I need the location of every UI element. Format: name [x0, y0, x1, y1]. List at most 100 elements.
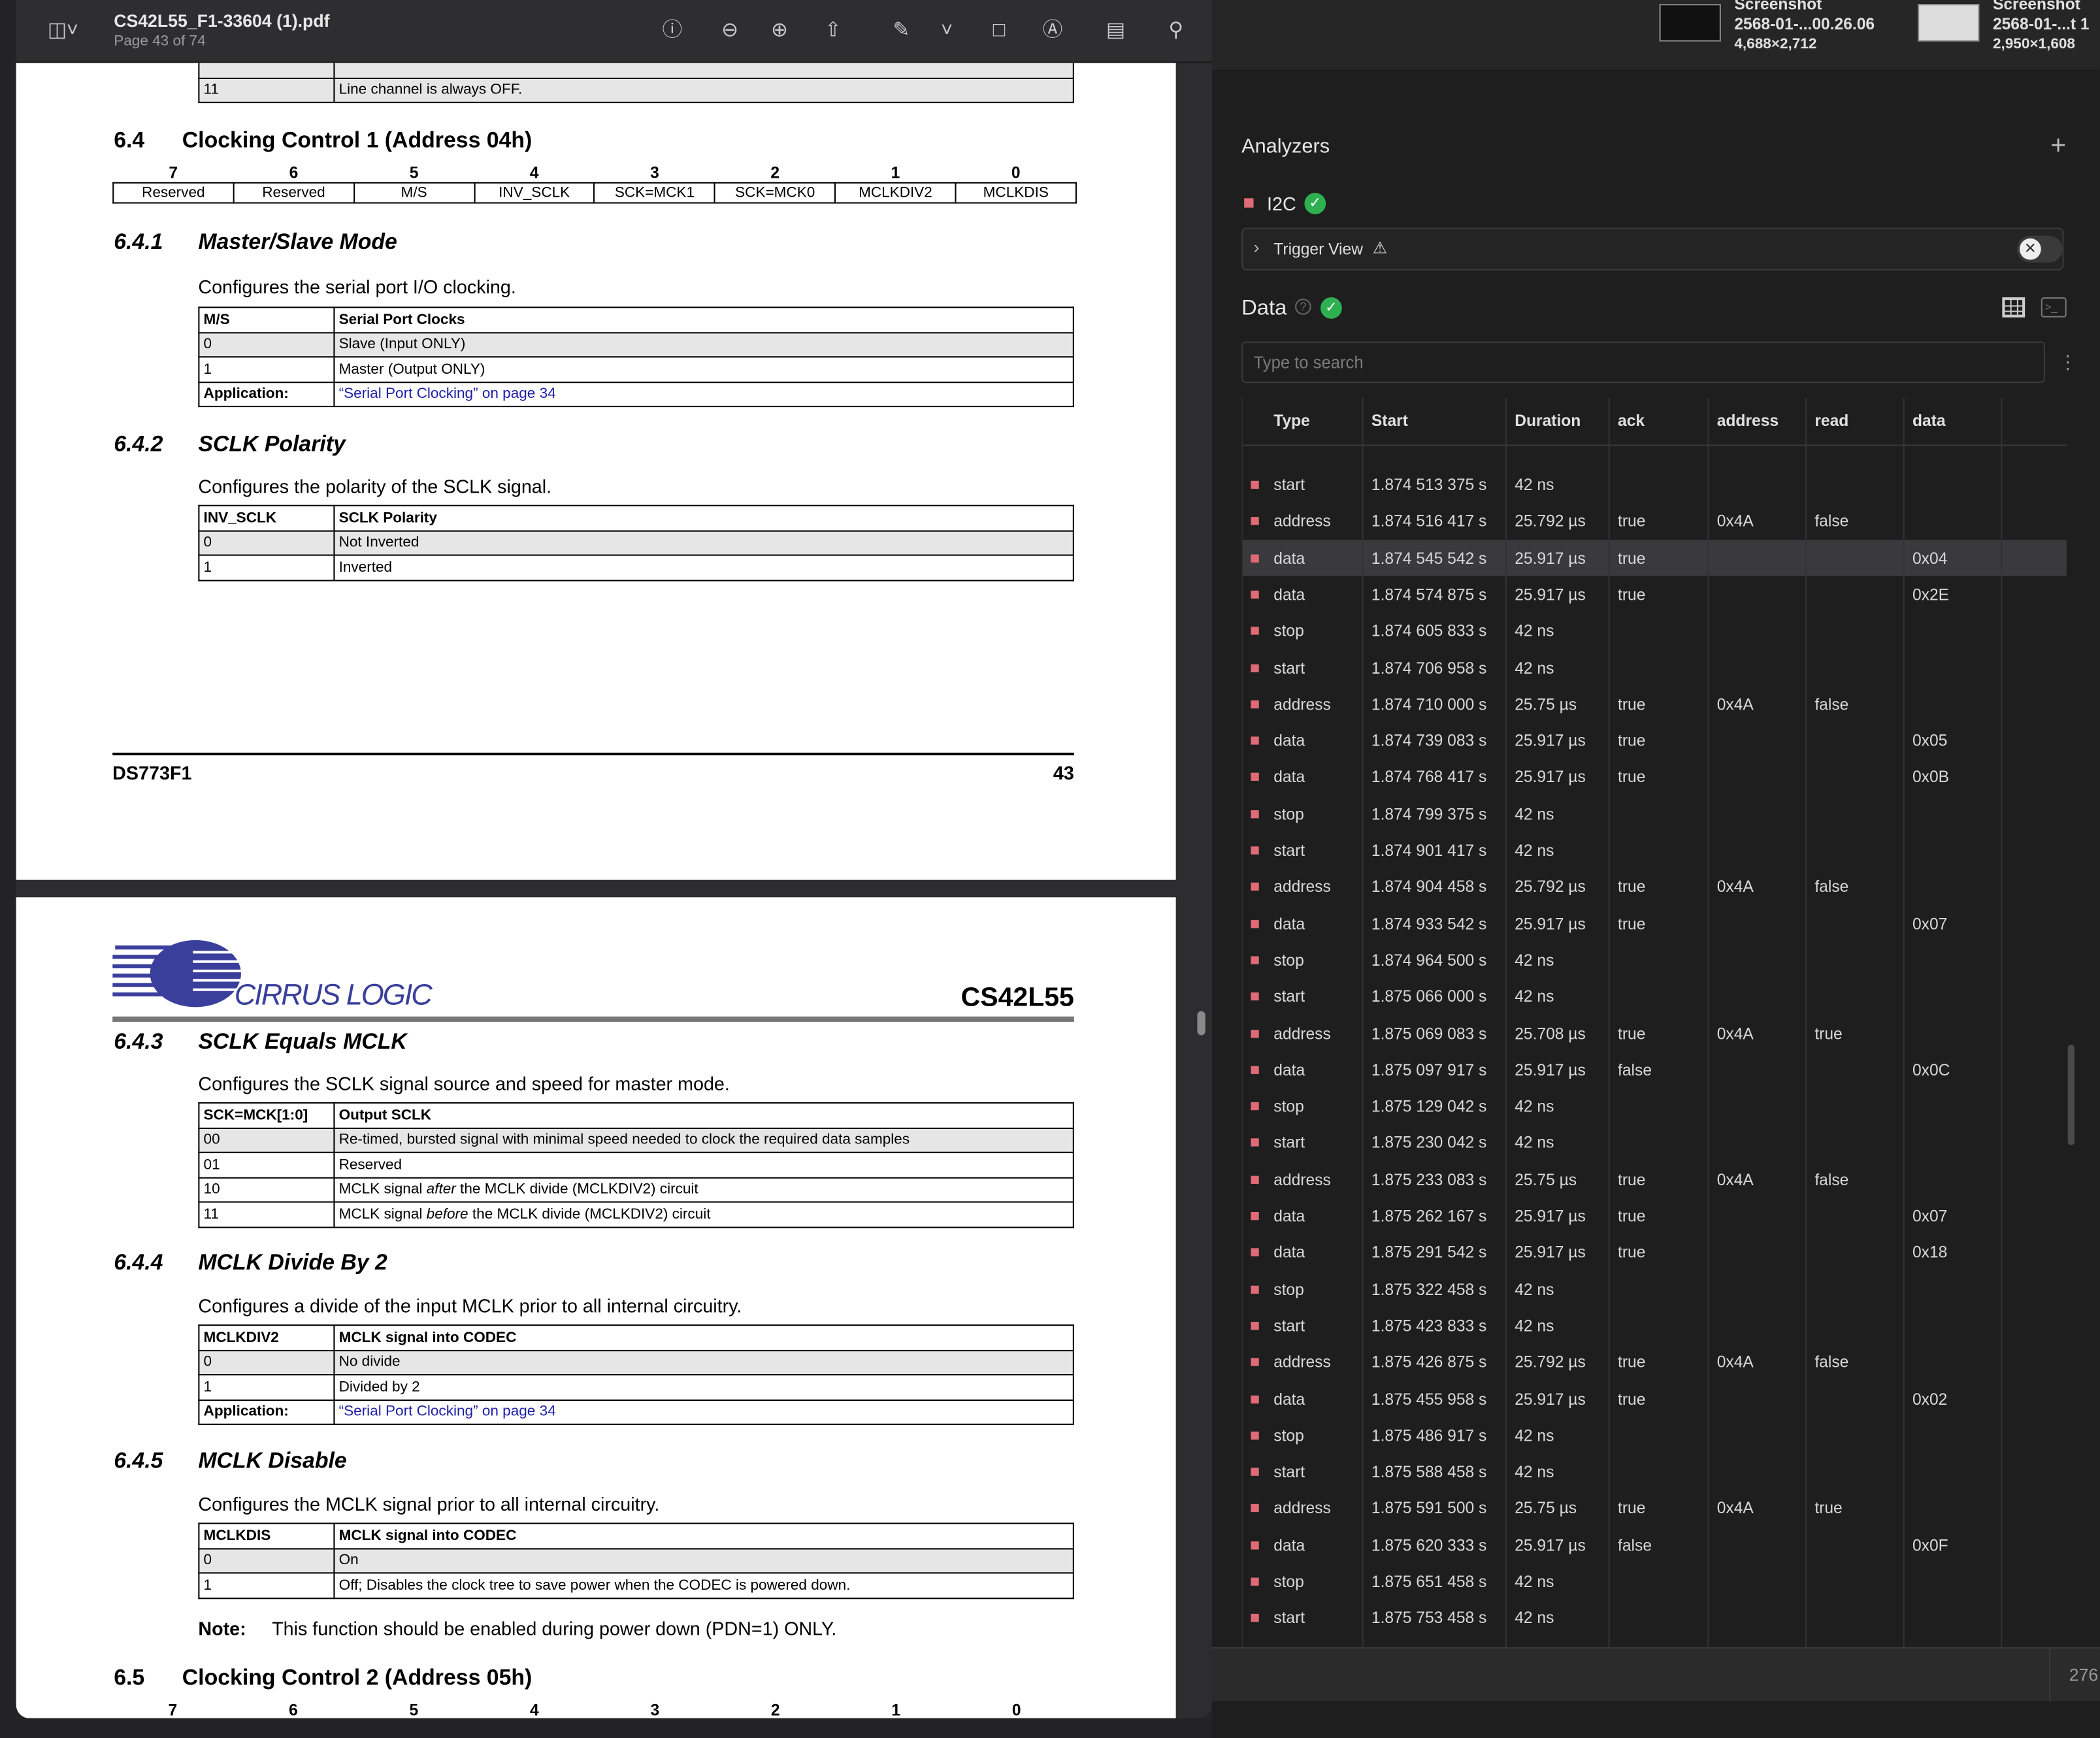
add-analyzer-button[interactable]: + [2050, 131, 2066, 162]
sclk-polarity-table: INV_SCLK SCLK Polarity 0 Not Inverted 1 Inv… [198, 504, 1074, 581]
highlight-pen-icon[interactable]: ✎ [887, 16, 916, 46]
table-cell: data [1273, 768, 1305, 787]
table-row[interactable]: stop 1.875 486 917 s 42 ns [1243, 1417, 2067, 1452]
table-cell: data [1273, 1389, 1305, 1409]
table-row[interactable]: data 1.875 097 917 s 25.917 µs false 0x0C [1243, 1051, 2067, 1087]
table-row[interactable]: stop 1.874 799 375 s 42 ns [1243, 795, 2067, 831]
terminal-icon[interactable]: >_ [2041, 297, 2067, 318]
table-cell: false [1814, 512, 1849, 531]
trigger-view-row[interactable]: › Trigger View ⚠ ✕ [1241, 227, 2064, 271]
document-title: CS42L55_F1-33604 (1).pdf [114, 10, 330, 31]
table-row[interactable]: address 1.875 591 500 s 25.75 µs true 0x4A tr… [1243, 1490, 2067, 1526]
subsection-number: 6.4.1 [114, 230, 163, 255]
serial-port-clocking-link[interactable]: “Serial Port Clocking” on page 34 [339, 386, 556, 402]
table-row[interactable]: stop 1.875 129 042 s 42 ns [1243, 1088, 2067, 1124]
table-row[interactable]: data 1.874 739 083 s 25.917 µs true 0x05 [1243, 722, 2067, 758]
table-row[interactable]: stop 1.874 605 833 s 42 ns [1243, 612, 2067, 648]
table-cell: true [1618, 1353, 1646, 1372]
table-row[interactable]: start 1.875 423 833 s 42 ns [1243, 1307, 2067, 1343]
table-row[interactable]: data 1.874 545 542 s 25.917 µs true 0x04 [1243, 539, 2067, 576]
table-row[interactable]: data 1.875 620 333 s 25.917 µs false 0x0F [1243, 1526, 2067, 1562]
table-cell: 25.917 µs [1515, 548, 1586, 568]
column-header[interactable]: Type [1273, 411, 1310, 430]
split-handle[interactable] [1197, 1011, 1206, 1036]
serial-port-clocking-link[interactable]: “Serial Port Clocking” on page 34 [339, 1404, 556, 1420]
table-cell: true [1814, 1499, 1843, 1518]
sidebar-toggle-icon[interactable]: ◫˅ [43, 16, 83, 46]
table-row[interactable]: address 1.875 069 083 s 25.708 µs true 0x4A t… [1243, 1015, 2067, 1051]
table-cell: stop [1273, 1426, 1304, 1445]
rotate-icon[interactable]: □ [985, 16, 1014, 46]
screenshot-thumbnail[interactable] [1918, 4, 1980, 42]
table-row[interactable]: address 1.875 426 875 s 25.792 µs true 0x4A f… [1243, 1343, 2067, 1379]
table-cell: 1.874 574 875 s [1371, 585, 1487, 604]
table-cell: 1.875 455 958 s [1371, 1389, 1487, 1409]
markup-icon[interactable]: Ⓐ [1038, 16, 1068, 46]
table-cell: false [1814, 695, 1849, 714]
column-header[interactable]: address [1717, 411, 1779, 430]
subsection-number: 6.4.4 [114, 1251, 163, 1275]
more-options-icon[interactable]: ⋮ [2058, 351, 2077, 374]
help-icon[interactable]: ? [1295, 299, 1311, 315]
share-icon[interactable]: ⇧ [818, 16, 847, 46]
table-row[interactable]: start 1.874 706 958 s 42 ns [1243, 649, 2067, 685]
row-marker [1251, 1248, 1259, 1257]
zoom-in-icon[interactable]: ⊕ [764, 16, 794, 46]
analyzer-i2c[interactable]: I2C [1267, 193, 1296, 214]
table-cell: false [1814, 1353, 1849, 1372]
table-cell: start [1273, 1609, 1305, 1628]
column-header[interactable]: read [1814, 411, 1848, 430]
table-cell: 1.874 901 417 s [1371, 841, 1487, 860]
table-cell: 0x05 [1912, 731, 1948, 751]
table-row[interactable]: start 1.874 513 375 s 42 ns [1243, 466, 2067, 502]
table-row[interactable]: start 1.875 066 000 s 42 ns [1243, 978, 2067, 1014]
table-scrollbar[interactable] [2067, 1044, 2075, 1145]
table-row[interactable]: start 1.875 230 042 s 42 ns [1243, 1124, 2067, 1160]
table-row[interactable]: data 1.874 574 875 s 25.917 µs true 0x2E [1243, 576, 2067, 612]
table-row[interactable]: data 1.875 455 958 s 25.917 µs true 0x02 [1243, 1380, 2067, 1416]
table-cell: true [1618, 1389, 1646, 1409]
table-row[interactable]: data 1.874 933 542 s 25.917 µs true 0x07 [1243, 905, 2067, 941]
table-row[interactable]: address 1.874 904 458 s 25.792 µs true 0x4A f… [1243, 868, 2067, 904]
search-input[interactable]: Type to search [1241, 341, 2045, 384]
table-row[interactable]: data 1.875 291 542 s 25.917 µs true 0x18 [1243, 1234, 2067, 1270]
table-row[interactable]: address 1.874 516 417 s 25.792 µs true 0x4A f… [1243, 502, 2067, 538]
bit-map-table: 76543210 Reserved Reserved M/S INV_SCLK SCK=… [112, 163, 1077, 204]
column-header[interactable]: Duration [1515, 411, 1581, 430]
zoom-out-icon[interactable]: ⊖ [715, 16, 745, 46]
table-cell: true [1618, 695, 1646, 714]
table-row[interactable]: start 1.875 753 458 s 42 ns [1243, 1599, 2067, 1635]
column-header[interactable]: Start [1371, 411, 1408, 430]
table-row[interactable]: start 1.874 901 417 s 42 ns [1243, 832, 2067, 868]
row-marker [1251, 1504, 1259, 1513]
table-row[interactable]: start 1.875 588 458 s 42 ns [1243, 1453, 2067, 1489]
table-row[interactable]: stop 1.875 651 458 s 42 ns [1243, 1563, 2067, 1599]
table-cell: 42 ns [1515, 951, 1554, 970]
table-row[interactable]: data 1.875 262 167 s 25.917 µs true 0x07 [1243, 1197, 2067, 1233]
table-cell: 1.874 706 958 s [1371, 658, 1487, 678]
table-row[interactable]: address 1.874 710 000 s 25.75 µs true 0x4A fa… [1243, 685, 2067, 721]
table-cell: 1.874 964 500 s [1371, 951, 1487, 970]
column-header[interactable]: ack [1618, 411, 1645, 430]
analyzers-panel: Analyzers + I2C ✓ › Trigger View ⚠ ✕ Dat… [1228, 107, 2077, 1648]
table-row[interactable]: stop 1.875 322 458 s 42 ns [1243, 1270, 2067, 1306]
table-cell: start [1273, 841, 1305, 860]
table-row[interactable]: data 1.874 768 417 s 25.917 µs true 0x0B [1243, 759, 2067, 795]
info-icon[interactable]: ⓘ [657, 16, 687, 46]
table-view-icon[interactable] [2002, 297, 2026, 318]
table-cell: 25.792 µs [1515, 877, 1586, 896]
table-row[interactable]: stop 1.874 964 500 s 42 ns [1243, 942, 2067, 977]
search-icon[interactable]: ⚲ [1161, 16, 1190, 46]
status-count: 276 [2069, 1664, 2099, 1685]
table-cell: 1.875 426 875 s [1371, 1353, 1487, 1372]
table-cell: 42 ns [1515, 1572, 1554, 1592]
table-row[interactable]: address 1.875 233 083 s 25.75 µs true 0x4A fa… [1243, 1160, 2067, 1196]
header-rule [112, 1016, 1074, 1022]
column-header[interactable]: data [1912, 411, 1946, 430]
form-fill-icon[interactable]: ▤ [1097, 16, 1134, 46]
chevron-down-icon[interactable]: ˅ [932, 16, 962, 46]
row-marker [1251, 1614, 1259, 1622]
table-cell: 0x4A [1716, 512, 1754, 531]
screenshot-thumbnail[interactable] [1659, 4, 1721, 42]
table-cell: address [1273, 695, 1331, 714]
